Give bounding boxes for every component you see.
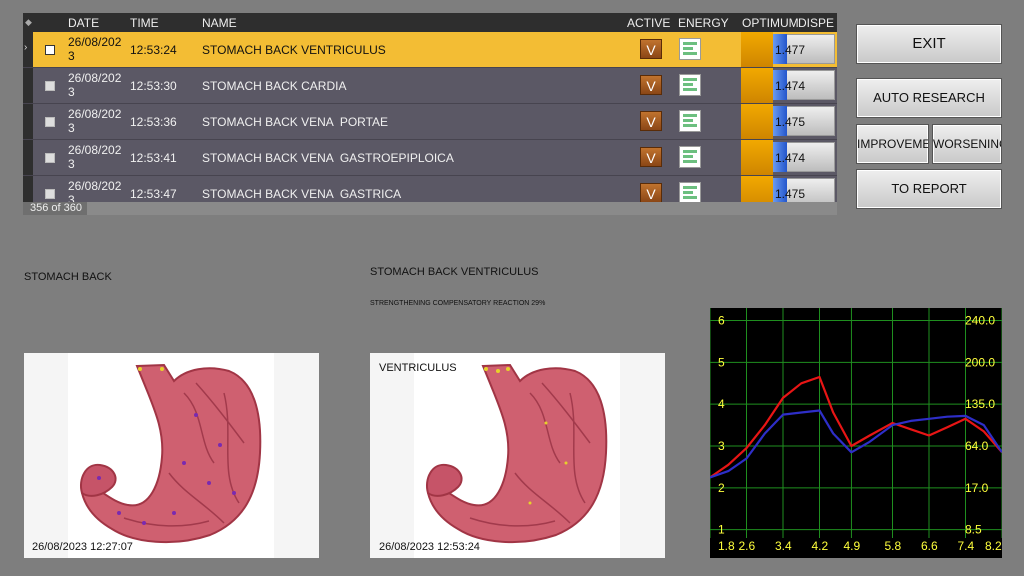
x-tick-label: 5.8 xyxy=(885,539,902,553)
y-left-tick-label: 4 xyxy=(718,397,725,411)
energy-bars-icon[interactable] xyxy=(679,146,701,168)
row-time: 12:53:47 xyxy=(130,187,177,201)
measurements-table: ◆ DATE TIME NAME ACTIVE ENERGY OPTIMUM D… xyxy=(23,13,837,215)
table-row[interactable]: 26/08/2023 12:53:30 STOMACH BACK CARDIA … xyxy=(23,68,837,104)
active-button[interactable]: V xyxy=(640,111,662,131)
table-row[interactable]: 26/08/2023 12:53:36 STOMACH BACK VENA PO… xyxy=(23,104,837,140)
y-right-tick-label: 135.0 xyxy=(965,397,995,411)
left-organ-image: 26/08/2023 12:27:07 xyxy=(24,353,319,558)
y-right-tick-label: 200.0 xyxy=(965,355,995,369)
x-tick-label: 1.8 xyxy=(718,539,735,553)
column-time[interactable]: TIME xyxy=(130,16,159,30)
optimum-bar xyxy=(741,140,773,175)
column-dispersion[interactable]: DISPE xyxy=(798,16,834,30)
row-date: 26/08/2023 xyxy=(68,35,122,63)
row-gutter xyxy=(23,68,33,103)
dispersion-value: 1.477 xyxy=(775,43,806,57)
row-gutter: › xyxy=(23,32,33,67)
energy-bars-icon[interactable] xyxy=(679,74,701,96)
row-time: 12:53:36 xyxy=(130,115,177,129)
dispersion-value: 1.474 xyxy=(775,151,806,165)
row-gutter xyxy=(23,140,33,175)
row-checkbox[interactable] xyxy=(45,81,55,91)
table-row[interactable]: 26/08/2023 12:53:41 STOMACH BACK VENA GA… xyxy=(23,140,837,176)
y-right-tick-label: 17.0 xyxy=(965,481,989,495)
x-tick-label: 6.6 xyxy=(921,539,938,553)
x-tick-label: 3.4 xyxy=(775,539,792,553)
row-name: STOMACH BACK VENTRICULUS xyxy=(202,43,386,57)
column-active[interactable]: ACTIVE xyxy=(627,16,670,30)
exit-button[interactable]: EXIT xyxy=(856,24,1002,64)
column-optimum[interactable]: OPTIMUM xyxy=(742,16,799,30)
active-button[interactable]: V xyxy=(640,39,662,59)
row-date: 26/08/2023 xyxy=(68,71,122,99)
x-tick-label: 8.2 xyxy=(985,539,1002,553)
row-checkbox[interactable] xyxy=(45,189,55,199)
optimum-bar xyxy=(741,32,773,67)
table-row[interactable]: › 26/08/2023 12:53:24 STOMACH BACK VENTR… xyxy=(23,32,837,68)
reaction-status: STRENGTHENING COMPENSATORY REACTION 29% xyxy=(370,300,546,307)
right-organ-title: STOMACH BACK VENTRICULUS xyxy=(370,266,539,278)
energy-bars-icon[interactable] xyxy=(679,38,701,60)
active-button[interactable]: V xyxy=(640,183,662,203)
dispersion-value: 1.475 xyxy=(775,115,806,129)
table-footer: 356 of 360 xyxy=(23,202,837,215)
row-time: 12:53:30 xyxy=(130,79,177,93)
row-checkbox[interactable] xyxy=(45,153,55,163)
spectrum-chart: 1 2 3 4 5 6 8.5 17.0 64.0 135.0 200.0 240.0 1.8 2.6 3.… xyxy=(710,308,1002,558)
y-left-tick-label: 5 xyxy=(718,355,725,369)
image-caption: VENTRICULUS xyxy=(379,362,457,374)
row-date: 26/08/2023 xyxy=(68,107,122,135)
y-left-tick-label: 6 xyxy=(718,314,725,328)
y-right-tick-label: 240.0 xyxy=(965,314,995,328)
y-right-tick-label: 64.0 xyxy=(965,439,989,453)
auto-research-button[interactable]: AUTO RESEARCH xyxy=(856,78,1002,118)
row-name: STOMACH BACK VENA GASTROEPIPLOICA xyxy=(202,151,454,165)
record-counter: 356 of 360 xyxy=(23,202,87,215)
active-button[interactable]: V xyxy=(640,147,662,167)
column-name[interactable]: NAME xyxy=(202,16,237,30)
row-gutter xyxy=(23,104,33,139)
row-time: 12:53:41 xyxy=(130,151,177,165)
dispersion-value: 1.475 xyxy=(775,187,806,201)
y-left-tick-label: 2 xyxy=(718,481,725,495)
y-left-tick-label: 3 xyxy=(718,439,725,453)
energy-bars-icon[interactable] xyxy=(679,110,701,132)
image-timestamp: 26/08/2023 12:53:24 xyxy=(379,541,480,553)
to-report-button[interactable]: TO REPORT xyxy=(856,169,1002,209)
left-organ-title: STOMACH BACK xyxy=(24,271,112,283)
column-date[interactable]: DATE xyxy=(68,16,99,30)
column-energy[interactable]: ENERGY xyxy=(678,16,729,30)
row-name: STOMACH BACK VENA PORTAE xyxy=(202,115,389,129)
optimum-bar xyxy=(741,68,773,103)
y-left-tick-label: 1 xyxy=(718,523,725,537)
x-tick-label: 4.2 xyxy=(812,539,829,553)
x-tick-label: 4.9 xyxy=(843,539,860,553)
optimum-bar xyxy=(741,104,773,139)
stomach-illustration xyxy=(426,363,608,544)
worsening-button[interactable]: WORSENING xyxy=(932,124,1002,164)
current-row-arrow-icon: › xyxy=(24,42,28,53)
x-tick-label: 2.6 xyxy=(739,539,756,553)
active-button[interactable]: V xyxy=(640,75,662,95)
row-date: 26/08/2023 xyxy=(68,143,122,171)
right-organ-image: VENTRICULUS 26/08/2023 12:53:24 xyxy=(370,353,665,558)
row-name: STOMACH BACK VENA GASTRICA xyxy=(202,187,402,201)
x-tick-label: 7.4 xyxy=(958,539,975,553)
improvement-button[interactable]: IMPROVEMENT xyxy=(856,124,929,164)
y-right-tick-label: 8.5 xyxy=(965,523,982,537)
row-time: 12:53:24 xyxy=(130,43,177,57)
header-marker-icon: ◆ xyxy=(25,17,32,27)
row-name: STOMACH BACK CARDIA xyxy=(202,79,347,93)
row-checkbox[interactable] xyxy=(45,45,55,55)
chart-background xyxy=(710,308,1002,558)
row-checkbox[interactable] xyxy=(45,117,55,127)
table-header: ◆ DATE TIME NAME ACTIVE ENERGY OPTIMUM D… xyxy=(23,13,837,32)
energy-bars-icon[interactable] xyxy=(679,182,701,204)
stomach-illustration xyxy=(80,363,262,544)
image-timestamp: 26/08/2023 12:27:07 xyxy=(32,541,133,553)
dispersion-value: 1.474 xyxy=(775,79,806,93)
